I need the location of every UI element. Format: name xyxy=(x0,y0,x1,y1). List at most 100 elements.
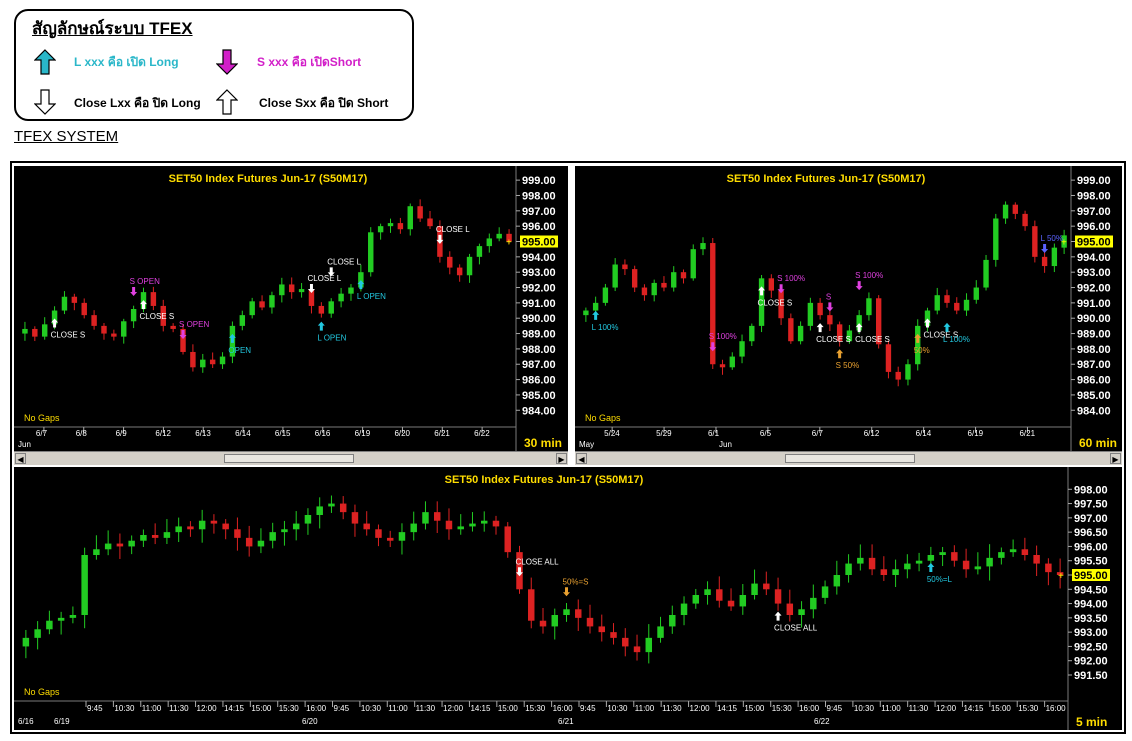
y-tick-label: 994.00 xyxy=(1077,252,1111,264)
candle-body xyxy=(417,206,423,219)
scrollbar-60min[interactable]: ◀ ▶ xyxy=(575,451,1122,465)
candle-body xyxy=(46,620,53,630)
candle-body xyxy=(845,563,852,575)
x-tick-time-label: 16:00 xyxy=(553,704,574,713)
x-tick-time-label: 14:15 xyxy=(470,704,491,713)
x-tick-label: 6/1 xyxy=(708,429,720,438)
x-tick-day-label: 6/21 xyxy=(558,717,574,726)
scroll-left-button[interactable]: ◀ xyxy=(576,453,587,464)
signal-arrow-icon xyxy=(592,310,600,320)
candle-body xyxy=(198,520,206,530)
y-tick-label: 992.00 xyxy=(1077,283,1111,295)
candle-body xyxy=(81,555,88,615)
candle-body xyxy=(827,315,833,325)
candle-body xyxy=(351,512,359,524)
candle-body xyxy=(1009,549,1017,553)
candle-body xyxy=(363,523,370,530)
scrollbar-30min[interactable]: ◀ ▶ xyxy=(14,451,568,465)
signal-arrow-icon xyxy=(927,563,935,572)
legend-title: สัญลักษณ์ระบบ TFEX xyxy=(32,19,193,38)
scroll-left-button[interactable]: ◀ xyxy=(15,453,26,464)
last-price-label: 995.00 xyxy=(522,237,556,249)
y-tick-label: 998.00 xyxy=(522,190,556,202)
candle-body xyxy=(422,512,429,524)
candle-body xyxy=(727,600,735,607)
candle-body xyxy=(680,603,688,615)
y-tick-label: 997.00 xyxy=(1077,206,1111,218)
candle-body xyxy=(868,557,876,570)
signal-arrow-icon xyxy=(1041,244,1049,254)
candle-body xyxy=(121,321,127,337)
x-tick-time-label: 15:00 xyxy=(498,704,519,713)
candle-body xyxy=(410,523,417,533)
candle-body xyxy=(729,356,735,368)
candle-body xyxy=(885,344,892,372)
candle-body xyxy=(671,272,677,288)
x-tick-time-label: 10:30 xyxy=(361,704,382,713)
candle-body xyxy=(857,557,864,564)
signal-arrow-icon xyxy=(826,302,834,312)
y-tick-label: 985.00 xyxy=(522,390,556,402)
candle-body xyxy=(316,506,323,515)
x-tick-label: 5/29 xyxy=(656,429,672,438)
y-tick-label: 997.00 xyxy=(1074,513,1108,525)
scroll-right-button[interactable]: ▶ xyxy=(556,453,567,464)
x-tick-label: 6/22 xyxy=(474,429,490,438)
x-tick-label: 6/8 xyxy=(76,429,88,438)
scroll-right-button[interactable]: ▶ xyxy=(1110,453,1121,464)
candle-body xyxy=(377,226,384,233)
no-gaps-label: No Gaps xyxy=(24,413,60,423)
candle-body xyxy=(704,589,711,595)
signal-arrow-icon xyxy=(317,321,325,331)
candle-body xyxy=(222,523,229,530)
candle-body xyxy=(1002,204,1009,219)
y-tick-label: 999.00 xyxy=(1077,175,1111,187)
candle-body xyxy=(170,325,176,329)
close-long-arrow-icon xyxy=(34,89,56,115)
candle-body xyxy=(433,512,441,521)
candle-body xyxy=(269,532,276,541)
scroll-thumb[interactable] xyxy=(785,454,915,463)
candle-body xyxy=(939,552,946,555)
chart-60min-svg: 999.00 998.00 997.00 996.00 995.00 994.00 993.… xyxy=(575,166,1117,451)
x-tick-label: 6/14 xyxy=(235,429,251,438)
candle-body xyxy=(445,520,453,530)
candle-body xyxy=(239,315,246,326)
month-label: May xyxy=(579,440,594,449)
y-tick-label: 990.00 xyxy=(1077,313,1111,325)
y-tick-label: 997.50 xyxy=(1074,499,1108,511)
last-price-pointer: + xyxy=(506,238,512,249)
x-tick-time-label: 16:00 xyxy=(799,704,820,713)
candle-body xyxy=(610,632,617,638)
candle-body xyxy=(602,287,609,303)
candle-body xyxy=(447,256,453,268)
signal-label: 50% xyxy=(914,346,930,355)
candle-body xyxy=(101,325,107,334)
candle-body xyxy=(821,586,829,598)
candle-body xyxy=(807,302,814,326)
signal-arrow-icon xyxy=(563,587,571,597)
candle-body xyxy=(641,287,648,296)
timeframe-label: 30 min xyxy=(524,436,562,450)
candle-body xyxy=(817,302,823,316)
candle-body xyxy=(318,305,325,314)
y-tick-label: 996.00 xyxy=(1077,221,1111,233)
y-tick-label: 991.00 xyxy=(1077,298,1111,310)
candle-body xyxy=(774,589,782,604)
x-tick-time-label: 14:15 xyxy=(717,704,738,713)
y-tick-label: 986.00 xyxy=(1077,375,1111,387)
y-tick-label: 987.00 xyxy=(522,359,556,371)
candle-body xyxy=(622,637,629,647)
candle-body xyxy=(111,333,117,337)
month-label: Jun xyxy=(18,440,31,449)
candle-body xyxy=(304,515,312,524)
scroll-thumb[interactable] xyxy=(224,454,354,463)
candle-body xyxy=(175,526,182,533)
candle-body xyxy=(281,529,288,533)
x-tick-time-label: 15:00 xyxy=(744,704,765,713)
candle-body xyxy=(563,609,570,615)
signal-label: 50%=L xyxy=(927,575,953,584)
candle-body xyxy=(1022,213,1028,227)
y-tick-label: 995.50 xyxy=(1074,556,1108,568)
candle-body xyxy=(407,206,413,230)
